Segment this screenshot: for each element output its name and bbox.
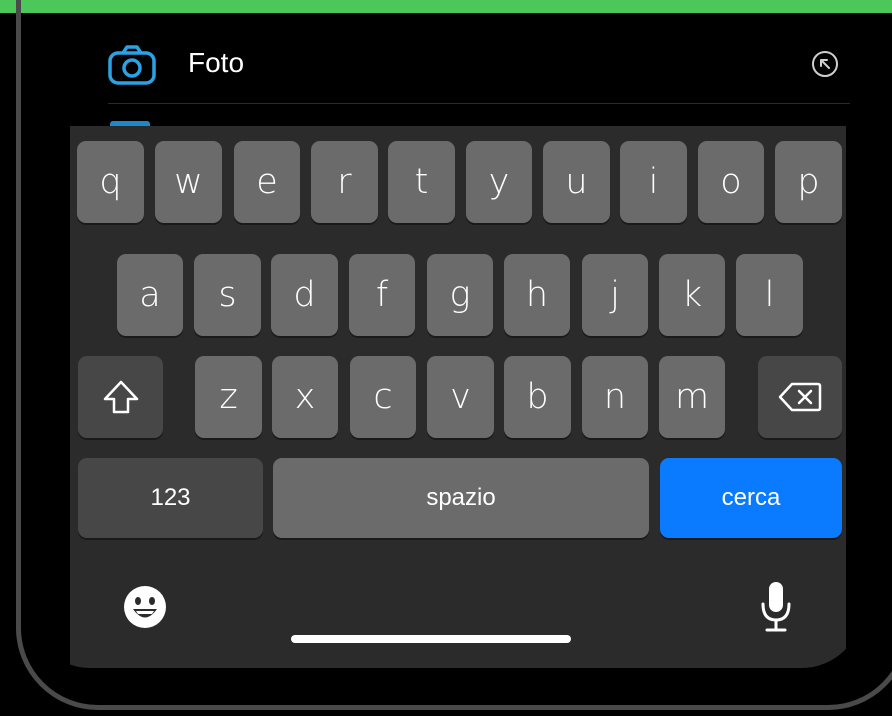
key-d[interactable]: d <box>271 254 338 336</box>
arrow-up-left-icon[interactable] <box>810 49 840 79</box>
key-k[interactable]: k <box>659 254 725 336</box>
key-i[interactable]: i <box>620 141 687 223</box>
key-v[interactable]: v <box>427 356 494 438</box>
emoji-icon <box>124 586 166 628</box>
key-o[interactable]: o <box>698 141 764 223</box>
space-key[interactable]: spazio <box>273 458 649 538</box>
key-a[interactable]: a <box>117 254 183 336</box>
delete-icon <box>778 382 822 412</box>
shift-key[interactable] <box>78 356 163 438</box>
key-t[interactable]: t <box>388 141 455 223</box>
key-f[interactable]: f <box>349 254 415 336</box>
page: Foto q w e r t y u i o p a s d f g h j k… <box>0 0 892 716</box>
key-s[interactable]: s <box>194 254 261 336</box>
key-u[interactable]: u <box>543 141 610 223</box>
key-n[interactable]: n <box>582 356 648 438</box>
key-w[interactable]: w <box>155 141 222 223</box>
key-e[interactable]: e <box>234 141 300 223</box>
keyboard: q w e r t y u i o p a s d f g h j k l z … <box>70 126 846 668</box>
home-indicator[interactable] <box>291 635 571 643</box>
key-j[interactable]: j <box>582 254 648 336</box>
key-g[interactable]: g <box>427 254 493 336</box>
shift-icon <box>103 380 138 414</box>
search-key[interactable]: cerca <box>660 458 842 538</box>
camera-icon <box>108 45 156 85</box>
key-c[interactable]: c <box>350 356 416 438</box>
delete-key[interactable] <box>758 356 842 438</box>
key-r[interactable]: r <box>311 141 378 223</box>
key-x[interactable]: x <box>272 356 338 438</box>
key-z[interactable]: z <box>195 356 262 438</box>
result-label: Foto <box>188 47 245 78</box>
key-b[interactable]: b <box>504 356 571 438</box>
dictation-button[interactable] <box>750 576 802 638</box>
key-l[interactable]: l <box>736 254 803 336</box>
screen: Foto q w e r t y u i o p a s d f g h j k… <box>30 13 862 668</box>
key-m[interactable]: m <box>659 356 725 438</box>
microphone-icon <box>761 582 791 632</box>
key-y[interactable]: y <box>466 141 532 223</box>
emoji-button[interactable] <box>119 581 171 633</box>
key-p[interactable]: p <box>775 141 842 223</box>
numbers-key[interactable]: 123 <box>78 458 263 538</box>
key-h[interactable]: h <box>504 254 570 336</box>
result-row-foto[interactable]: Foto <box>108 41 850 104</box>
key-q[interactable]: q <box>77 141 144 223</box>
